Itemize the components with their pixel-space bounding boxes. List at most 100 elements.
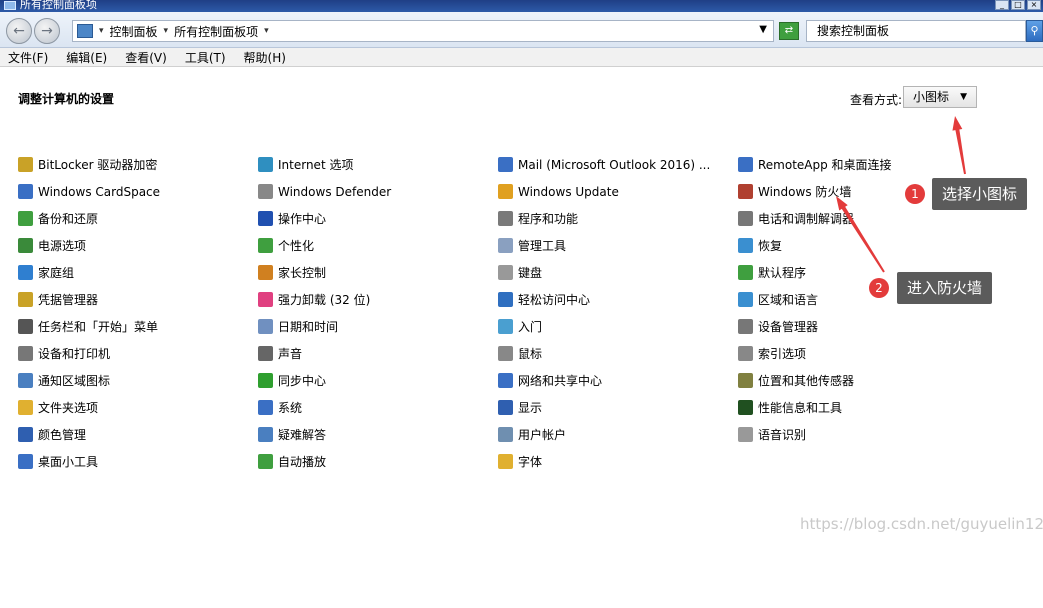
control-panel-item[interactable]: 家长控制 — [258, 259, 488, 286]
control-panel-item[interactable]: 鼠标 — [498, 340, 728, 367]
control-panel-item[interactable]: 个性化 — [258, 232, 488, 259]
search-input[interactable]: 搜索控制面板 — [806, 20, 1026, 42]
control-panel-item-label: 疑难解答 — [278, 428, 327, 442]
control-panel-item[interactable]: 设备和打印机 — [18, 340, 248, 367]
speech-icon — [738, 427, 753, 442]
control-panel-item[interactable]: 通知区域图标 — [18, 367, 248, 394]
control-panel-item[interactable]: 备份和还原 — [18, 205, 248, 232]
maximize-button[interactable]: □ — [1011, 0, 1025, 10]
control-panel-item[interactable]: 程序和功能 — [498, 205, 728, 232]
control-panel-item[interactable]: 家庭组 — [18, 259, 248, 286]
control-panel-item-label: 键盘 — [518, 266, 543, 280]
control-panel-item[interactable]: Windows Defender — [258, 178, 488, 205]
control-panel-item-label: 性能信息和工具 — [758, 401, 843, 415]
fonts-icon — [498, 454, 513, 469]
chevron-down-icon[interactable]: ▾ — [99, 26, 104, 36]
menu-edit[interactable]: 编辑(E) — [66, 49, 107, 66]
control-panel-item[interactable]: 声音 — [258, 340, 488, 367]
menu-bar: 文件(F) 编辑(E) 查看(V) 工具(T) 帮助(H) — [0, 48, 1043, 67]
control-panel-item[interactable]: 操作中心 — [258, 205, 488, 232]
cardspace-icon — [18, 184, 33, 199]
control-panel-item[interactable]: 管理工具 — [498, 232, 728, 259]
control-panel-item[interactable]: 索引选项 — [738, 340, 968, 367]
breadcrumb-all-items[interactable]: 所有控制面板项 — [174, 23, 258, 40]
control-panel-item[interactable]: 轻松访问中心 — [498, 286, 728, 313]
control-panel-item[interactable]: RemoteApp 和桌面连接 — [738, 151, 968, 178]
control-panel-item-label: 设备管理器 — [758, 320, 819, 334]
items-column: Internet 选项 Windows Defender 操作中心 个性化 家长控制 强力… — [258, 151, 488, 475]
control-panel-item[interactable]: 设备管理器 — [738, 313, 968, 340]
chevron-down-icon[interactable]: ▾ — [164, 26, 169, 36]
view-mode-select[interactable]: 小图标 ▼ — [903, 86, 977, 108]
control-panel-item[interactable]: Windows Update — [498, 178, 728, 205]
control-panel-item[interactable]: 日期和时间 — [258, 313, 488, 340]
minimize-button[interactable]: _ — [995, 0, 1009, 10]
control-panel-item[interactable]: 用户帐户 — [498, 421, 728, 448]
control-panel-item[interactable]: 入门 — [498, 313, 728, 340]
control-panel-item[interactable]: 同步中心 — [258, 367, 488, 394]
forward-button[interactable]: → — [34, 18, 60, 44]
control-panel-item-label: 任务栏和「开始」菜单 — [38, 320, 159, 334]
page-title: 调整计算机的设置 — [18, 92, 115, 106]
control-panel-item[interactable]: 颜色管理 — [18, 421, 248, 448]
control-panel-item-label: 语音识别 — [758, 428, 807, 442]
address-bar[interactable]: ▾ 控制面板 ▾ 所有控制面板项 ▾ ▼ — [72, 20, 774, 42]
control-panel-item-label: BitLocker 驱动器加密 — [38, 158, 158, 172]
control-panel-item[interactable]: Mail (Microsoft Outlook 2016) ... — [498, 151, 728, 178]
control-panel-item[interactable]: Internet 选项 — [258, 151, 488, 178]
control-panel-item-label: 入门 — [518, 320, 543, 334]
internet-options-icon — [258, 157, 273, 172]
recovery-icon — [738, 238, 753, 253]
control-panel-item[interactable]: 显示 — [498, 394, 728, 421]
control-panel-item-label: 备份和还原 — [38, 212, 99, 226]
control-panel-item[interactable]: 系统 — [258, 394, 488, 421]
breadcrumb-control-panel[interactable]: 控制面板 — [110, 23, 158, 40]
back-arrow-icon: ← — [13, 23, 25, 39]
indexing-icon — [738, 346, 753, 361]
search-icon[interactable]: ⚲ — [1026, 20, 1043, 42]
control-panel-item[interactable]: 自动播放 — [258, 448, 488, 475]
menu-tools[interactable]: 工具(T) — [185, 49, 226, 66]
chevron-down-icon[interactable]: ▾ — [264, 26, 269, 36]
control-panel-item-label: 区域和语言 — [758, 293, 819, 307]
control-panel-item[interactable]: 凭据管理器 — [18, 286, 248, 313]
troubleshoot-icon — [258, 427, 273, 442]
control-panel-item[interactable]: 电源选项 — [18, 232, 248, 259]
control-panel-item[interactable]: 网络和共享中心 — [498, 367, 728, 394]
control-panel-item[interactable]: 键盘 — [498, 259, 728, 286]
menu-help[interactable]: 帮助(H) — [244, 49, 286, 66]
homegroup-icon — [18, 265, 33, 280]
speaker-icon — [258, 346, 273, 361]
control-panel-item[interactable]: Windows CardSpace — [18, 178, 248, 205]
control-panel-item[interactable]: 恢复 — [738, 232, 968, 259]
address-dropdown-icon[interactable]: ▼ — [759, 24, 767, 35]
control-panel-item[interactable]: BitLocker 驱动器加密 — [18, 151, 248, 178]
menu-view[interactable]: 查看(V) — [125, 49, 167, 66]
credential-icon — [18, 292, 33, 307]
control-panel-item[interactable]: 任务栏和「开始」菜单 — [18, 313, 248, 340]
mouse-icon — [498, 346, 513, 361]
bitlocker-icon — [18, 157, 33, 172]
control-panel-item[interactable]: 语音识别 — [738, 421, 968, 448]
window-title: 所有控制面板项 — [20, 0, 97, 11]
control-panel-item-label: 电源选项 — [38, 239, 87, 253]
control-panel-item[interactable]: 桌面小工具 — [18, 448, 248, 475]
control-panel-item-label: Windows 防火墙 — [758, 185, 852, 199]
refresh-button[interactable]: ⇄ — [779, 22, 799, 40]
control-panel-item[interactable]: 位置和其他传感器 — [738, 367, 968, 394]
menu-file[interactable]: 文件(F) — [8, 49, 48, 66]
control-panel-item-label: 家庭组 — [38, 266, 75, 280]
back-button[interactable]: ← — [6, 18, 32, 44]
view-mode-label: 查看方式: — [850, 93, 903, 107]
sync-icon — [258, 373, 273, 388]
control-panel-item[interactable]: 字体 — [498, 448, 728, 475]
control-panel-item-label: 同步中心 — [278, 374, 327, 388]
control-panel-item[interactable]: 性能信息和工具 — [738, 394, 968, 421]
control-panel-item-label: 电话和调制解调器 — [758, 212, 855, 226]
control-panel-item-label: 管理工具 — [518, 239, 567, 253]
action-center-icon — [258, 211, 273, 226]
control-panel-item[interactable]: 疑难解答 — [258, 421, 488, 448]
control-panel-item[interactable]: 文件夹选项 — [18, 394, 248, 421]
close-button[interactable]: × — [1027, 0, 1041, 10]
control-panel-item[interactable]: 强力卸载 (32 位) — [258, 286, 488, 313]
